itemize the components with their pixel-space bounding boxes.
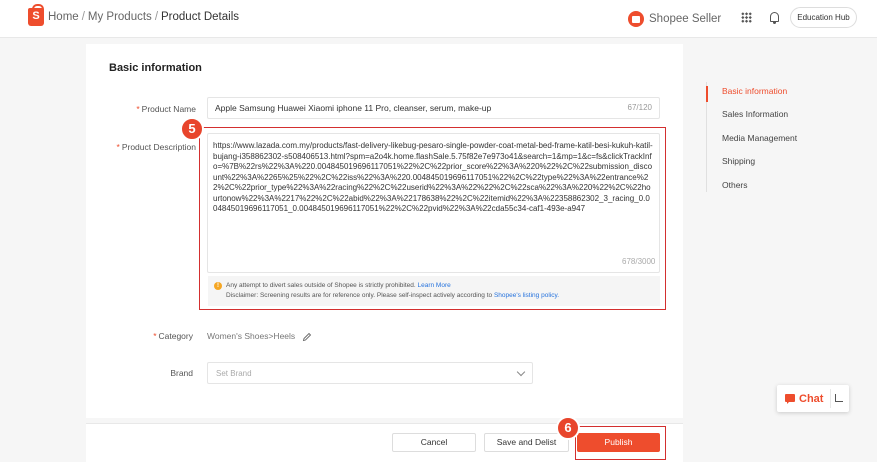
product-name-label: * Product Name bbox=[136, 104, 196, 114]
brand-placeholder: Set Brand bbox=[216, 369, 252, 378]
product-description-label: * Product Description bbox=[116, 142, 196, 152]
step-badge-5: 5 bbox=[180, 117, 204, 141]
breadcrumb: Home / My Products / Product Details bbox=[48, 11, 239, 23]
publish-highlight-frame bbox=[575, 426, 666, 460]
nav-basic-information[interactable]: Basic information bbox=[722, 86, 787, 96]
top-bar: S Home / My Products / Product Details Shope… bbox=[0, 0, 877, 38]
brand-name: Shopee Seller bbox=[649, 13, 722, 25]
category-value: Women's Shoes>Heels bbox=[207, 331, 296, 341]
product-name-input[interactable]: Apple Samsung Huawei Xiaomi iphone 11 Pr… bbox=[207, 97, 660, 119]
step-badge-6: 6 bbox=[556, 416, 580, 440]
section-title: Basic information bbox=[109, 62, 202, 74]
active-indicator bbox=[706, 86, 708, 102]
section-nav: Basic information Sales Information Medi… bbox=[706, 82, 836, 192]
chat-bubble-icon bbox=[785, 394, 795, 404]
description-highlight-frame bbox=[199, 127, 666, 310]
nav-media-management[interactable]: Media Management bbox=[722, 133, 797, 143]
brand-label: Brand bbox=[170, 368, 193, 378]
brand-select[interactable]: Set Brand bbox=[207, 362, 533, 384]
chat-label: Chat bbox=[799, 393, 824, 405]
apps-grid-icon[interactable] bbox=[741, 12, 752, 23]
education-hub-button[interactable]: Education Hub bbox=[790, 7, 857, 28]
notification-bell-icon[interactable] bbox=[770, 12, 779, 24]
edit-pencil-icon[interactable] bbox=[302, 332, 312, 342]
category-label: * Category bbox=[153, 331, 193, 341]
shopee-seller-logo-icon bbox=[628, 11, 644, 27]
breadcrumb-product-details: Product Details bbox=[161, 11, 239, 23]
breadcrumb-my-products[interactable]: My Products bbox=[88, 11, 152, 23]
nav-others[interactable]: Others bbox=[722, 180, 748, 190]
cancel-button[interactable]: Cancel bbox=[392, 433, 476, 452]
nav-sales-information[interactable]: Sales Information bbox=[722, 109, 788, 119]
product-name-counter: 67/120 bbox=[627, 103, 652, 112]
save-and-delist-button[interactable]: Save and Delist bbox=[484, 433, 569, 452]
breadcrumb-home[interactable]: Home bbox=[48, 11, 79, 23]
shopee-logo-icon[interactable]: S bbox=[28, 4, 44, 26]
nav-shipping[interactable]: Shipping bbox=[722, 156, 755, 166]
expand-icon[interactable] bbox=[835, 394, 843, 402]
product-name-value: Apple Samsung Huawei Xiaomi iphone 11 Pr… bbox=[215, 103, 492, 113]
chat-widget[interactable]: Chat bbox=[777, 385, 849, 412]
chevron-down-icon bbox=[516, 367, 526, 377]
